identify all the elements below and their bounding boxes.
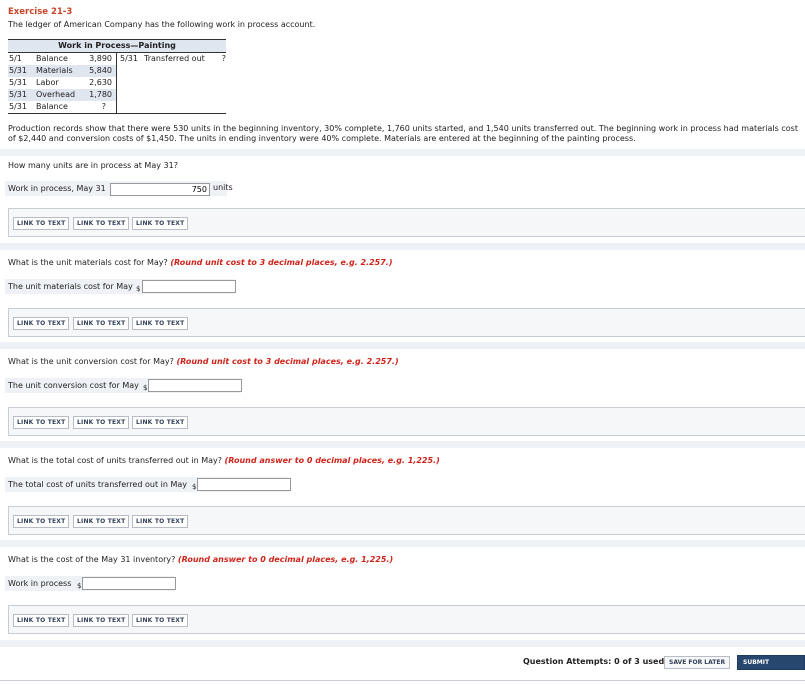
link-box-2: LINK TO TEXT LINK TO TEXT LINK TO TEXT [8,308,805,337]
production-text: Production records show that there were … [8,124,798,143]
credit-date: 5/31 [120,54,138,63]
answer-row-5: Work in process $ [5,576,176,591]
debit-amount: 1,780 [89,90,112,99]
credit-amount: ? [221,54,226,63]
answer-row-2: The unit materials cost for May $ [5,279,236,294]
link-to-text-button[interactable]: LINK TO TEXT [73,614,130,627]
dollar-sign: $ [192,483,197,491]
field-label: The unit materials cost for May [8,282,133,291]
question-text: What is the total cost of units transfer… [8,456,222,465]
section-divider [0,441,805,448]
link-box-5: LINK TO TEXT LINK TO TEXT LINK TO TEXT [8,605,805,634]
debit-row: 5/1 Balance 3,890 [8,53,116,65]
t-account: Work in Process—Painting 5/1 Balance 3,8… [8,39,226,114]
link-box-4: LINK TO TEXT LINK TO TEXT LINK TO TEXT [8,506,805,535]
debit-date: 5/1 [9,54,22,63]
section-divider [0,640,805,647]
dollar-sign: $ [136,285,141,293]
link-to-text-button[interactable]: LINK TO TEXT [13,217,70,230]
link-to-text-button[interactable]: LINK TO TEXT [73,515,130,528]
debit-label: Materials [36,66,73,75]
field-label: The total cost of units transferred out … [8,480,187,489]
link-to-text-button[interactable]: LINK TO TEXT [13,614,70,627]
intro-text: The ledger of American Company has the f… [8,20,316,29]
debit-row: 5/31 Balance ? [8,101,116,113]
submit-answer-button[interactable]: SUBMIT ANSWER [737,655,805,679]
rounding-instruction: (Round unit cost to 3 decimal places, e.… [170,258,393,267]
debit-date: 5/31 [9,102,27,111]
inventory-cost-input[interactable] [82,577,176,590]
rounding-instruction: (Round unit cost to 3 decimal places, e.… [176,357,399,366]
link-to-text-button[interactable]: LINK TO TEXT [132,614,189,627]
units-in-process-input[interactable] [110,183,210,196]
section-divider [0,342,805,349]
answer-row-3: The unit conversion cost for May $ [5,378,242,393]
debit-amount: ? [101,102,106,111]
debit-label: Balance [36,54,68,63]
debit-date: 5/31 [9,66,27,75]
section-divider [0,149,805,156]
credit-row: 5/31 Transferred out ? [117,53,226,65]
question-1: How many units are in process at May 31? [8,161,178,170]
debit-date: 5/31 [9,78,27,87]
attempts-counter: Question Attempts: 0 of 3 used [523,657,665,666]
unit-materials-cost-input[interactable] [142,280,236,293]
link-box-1: LINK TO TEXT LINK TO TEXT LINK TO TEXT [8,208,805,237]
answer-row-1: Work in process, May 31 units [5,181,233,196]
debit-date: 5/31 [9,90,27,99]
credit-label: Transferred out [144,54,205,63]
unit-conversion-cost-input[interactable] [148,379,242,392]
question-3: What is the unit conversion cost for May… [8,357,399,366]
link-to-text-button[interactable]: LINK TO TEXT [73,217,130,230]
link-to-text-button[interactable]: LINK TO TEXT [132,317,189,330]
link-box-3: LINK TO TEXT LINK TO TEXT LINK TO TEXT [8,407,805,436]
link-to-text-button[interactable]: LINK TO TEXT [13,416,70,429]
link-to-text-button[interactable]: LINK TO TEXT [13,515,70,528]
question-4: What is the total cost of units transfer… [8,456,440,465]
t-account-title: Work in Process—Painting [8,39,226,53]
total-cost-transferred-input[interactable] [197,478,291,491]
rounding-instruction: (Round answer to 0 decimal places, e.g. … [177,555,394,564]
exercise-title: Exercise 21-3 [8,7,73,17]
bottom-divider [0,680,805,681]
dollar-sign: $ [77,582,82,590]
debit-row: 5/31 Overhead 1,780 [8,89,116,101]
link-to-text-button[interactable]: LINK TO TEXT [73,317,130,330]
debit-label: Labor [36,78,59,87]
question-5: What is the cost of the May 31 inventory… [8,555,393,564]
question-text: What is the unit materials cost for May? [8,258,168,267]
question-2: What is the unit materials cost for May?… [8,258,393,267]
section-divider [0,540,805,547]
debit-amount: 3,890 [89,54,112,63]
rounding-instruction: (Round answer to 0 decimal places, e.g. … [224,456,440,465]
link-to-text-button[interactable]: LINK TO TEXT [132,515,189,528]
link-to-text-button[interactable]: LINK TO TEXT [13,317,70,330]
debit-label: Balance [36,102,68,111]
unit-label: units [213,183,233,192]
debit-amount: 2,630 [89,78,112,87]
question-text: What is the cost of the May 31 inventory… [8,555,176,564]
link-to-text-button[interactable]: LINK TO TEXT [132,217,189,230]
dollar-sign: $ [143,384,148,392]
debit-label: Overhead [36,90,76,99]
save-for-later-button[interactable]: SAVE FOR LATER [664,656,731,669]
field-label: The unit conversion cost for May [8,381,139,390]
debit-row: 5/31 Materials 5,840 [8,65,116,77]
field-label: Work in process [8,579,72,588]
field-label: Work in process, May 31 [8,184,106,193]
debit-row: 5/31 Labor 2,630 [8,77,116,89]
debit-amount: 5,840 [89,66,112,75]
question-text: How many units are in process at May 31? [8,161,178,170]
answer-row-4: The total cost of units transferred out … [5,477,291,492]
question-text: What is the unit conversion cost for May… [8,357,174,366]
section-divider [0,243,805,250]
link-to-text-button[interactable]: LINK TO TEXT [132,416,189,429]
link-to-text-button[interactable]: LINK TO TEXT [73,416,130,429]
